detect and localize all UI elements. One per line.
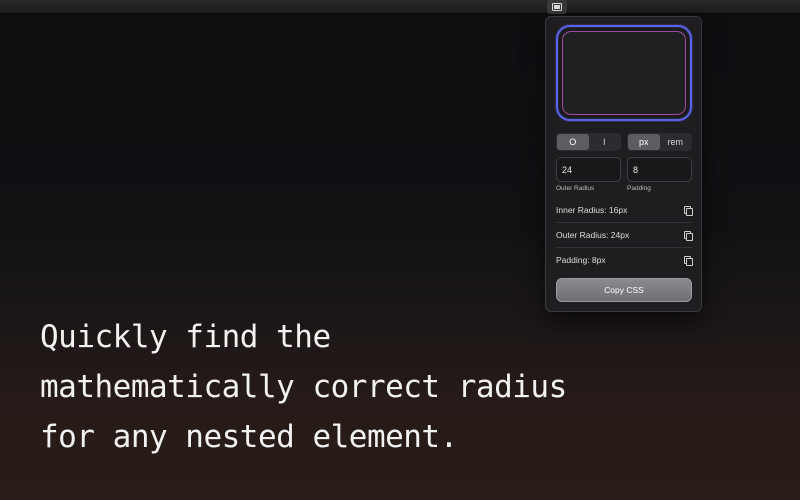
menu-bar bbox=[0, 0, 800, 14]
outer-radius-result: Outer Radius: 24px bbox=[556, 230, 630, 240]
unit-segmented-control: px rem bbox=[627, 133, 692, 151]
inner-radius-row: Inner Radius: 16px bbox=[556, 199, 693, 221]
mode-option-outer[interactable]: O bbox=[557, 134, 589, 150]
outer-radius-label: Outer Radius bbox=[556, 185, 595, 192]
mode-option-inner[interactable]: I bbox=[589, 134, 621, 150]
outer-radius-input[interactable]: 24 bbox=[556, 157, 621, 182]
copy-css-button[interactable]: Copy CSS bbox=[556, 278, 692, 302]
divider bbox=[556, 247, 692, 248]
copy-icon[interactable] bbox=[684, 256, 693, 266]
copy-icon[interactable] bbox=[684, 206, 693, 216]
inner-radius-preview bbox=[562, 31, 686, 115]
unit-option-rem[interactable]: rem bbox=[660, 134, 692, 150]
marketing-tagline: Quickly find the mathematically correct … bbox=[40, 312, 660, 462]
padding-result: Padding: 8px bbox=[556, 255, 606, 265]
outer-radius-preview bbox=[556, 25, 692, 121]
radius-popover: O I px rem 24 8 Outer Radius Padding Inn… bbox=[545, 16, 702, 312]
copy-icon[interactable] bbox=[684, 231, 693, 241]
tagline-line: Quickly find the bbox=[40, 319, 331, 355]
tagline-line: mathematically correct radius bbox=[40, 369, 567, 405]
tagline-line: for any nested element. bbox=[40, 419, 458, 455]
radius-app-icon bbox=[552, 3, 562, 11]
mode-segmented-control: O I bbox=[556, 133, 621, 151]
inner-radius-result: Inner Radius: 16px bbox=[556, 205, 628, 215]
menubar-app-button[interactable] bbox=[547, 0, 567, 14]
padding-row: Padding: 8px bbox=[556, 249, 693, 271]
unit-option-px[interactable]: px bbox=[628, 134, 660, 150]
divider bbox=[556, 222, 692, 223]
padding-label: Padding bbox=[627, 185, 651, 192]
padding-input[interactable]: 8 bbox=[627, 157, 692, 182]
outer-radius-row: Outer Radius: 24px bbox=[556, 224, 693, 246]
